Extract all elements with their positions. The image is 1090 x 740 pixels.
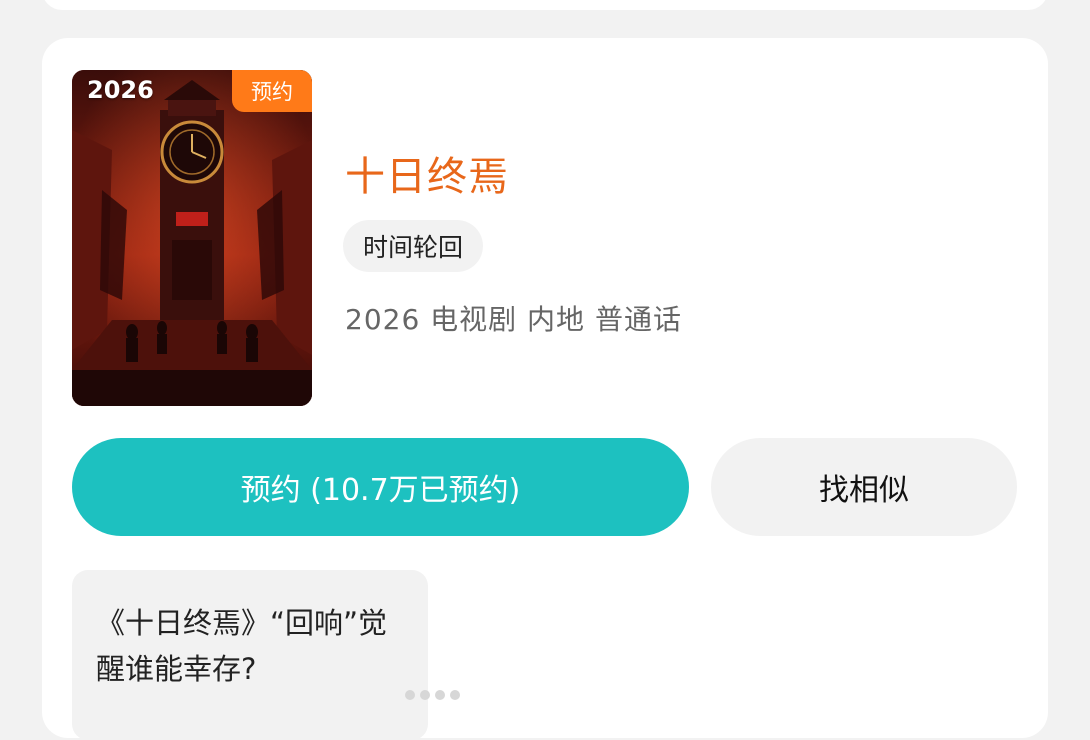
article-title: 《十日终焉》“回响”觉醒谁能幸存? [96,606,388,686]
indicator-dot [450,690,460,700]
find-similar-button[interactable]: 找相似 [711,438,1017,536]
indicator-dot [420,690,430,700]
reserve-button[interactable]: 预约 (10.7万已预约) [72,438,689,536]
article-card[interactable]: 《十日终焉》“回响”觉醒谁能幸存? [72,570,428,740]
indicator-dot [435,690,445,700]
genre-tag[interactable]: 时间轮回 [343,220,484,272]
poster-artwork [72,70,312,406]
movie-poster[interactable]: 2026 预约 [72,70,312,406]
reserve-badge: 预约 [232,70,312,112]
carousel-indicator [405,690,460,700]
movie-title[interactable]: 十日终焉 [345,144,509,202]
indicator-dot [405,690,415,700]
previous-card [42,0,1048,10]
movie-meta: 2026 电视剧 内地 普通话 [345,303,682,336]
poster-year: 2026 [87,76,154,104]
